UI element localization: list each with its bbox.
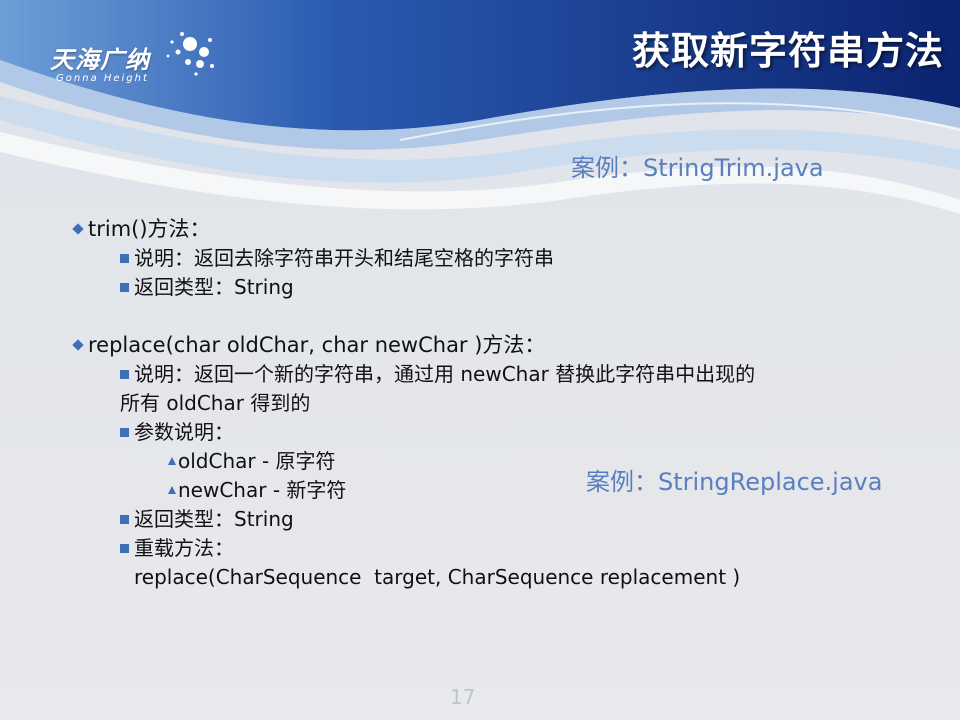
diamond-bullet-icon (72, 223, 84, 235)
triangle-bullet-icon (168, 457, 176, 465)
bullet-param-oldchar: oldChar - 原字符 (70, 447, 910, 476)
company-logo: 天海广纳 Gonna Height (44, 22, 234, 92)
square-bullet-icon (120, 428, 129, 437)
bullet-replace-heading: replace(char oldChar, char newChar )方法： (70, 330, 910, 360)
triangle-bullet-icon (168, 486, 176, 494)
slide: 天海广纳 Gonna Height 获取新字符串方法 案例：StringTrim… (0, 0, 960, 720)
logo-english-text: Gonna Height (56, 73, 149, 84)
square-bullet-icon (120, 515, 129, 524)
bullet-replace-params: 参数说明： (70, 418, 910, 447)
square-bullet-icon (120, 370, 129, 379)
bullet-replace-overload: 重载方法： (70, 534, 910, 563)
case-stringtrim-label: 案例：StringTrim.java (571, 154, 824, 182)
slide-content: trim()方法： 说明：返回去除字符串开头和结尾空格的字符串 返回类型：Str… (70, 214, 910, 592)
bullet-replace-return: 返回类型：String (70, 505, 910, 534)
page-number: 17 (450, 685, 476, 709)
diamond-bullet-icon (72, 339, 84, 351)
square-bullet-icon (120, 544, 129, 553)
overload-signature: replace(CharSequence target, CharSequenc… (134, 565, 741, 589)
square-bullet-icon (120, 283, 129, 292)
square-bullet-icon (120, 254, 129, 263)
logo-dots-icon (166, 32, 214, 76)
logo-chinese-text: 天海广纳 (50, 46, 150, 74)
bullet-replace-desc: 说明：返回一个新的字符串，通过用 newChar 替换此字符串中出现的 (70, 360, 910, 389)
replace-desc-continuation: 所有 oldChar 得到的 (120, 391, 311, 415)
bullet-trim-return: 返回类型：String (70, 273, 910, 302)
slide-title: 获取新字符串方法 (631, 29, 944, 73)
bullet-trim-heading: trim()方法： (70, 214, 910, 244)
bullet-trim-desc: 说明：返回去除字符串开头和结尾空格的字符串 (70, 244, 910, 273)
bullet-param-newchar: newChar - 新字符 (70, 476, 910, 505)
